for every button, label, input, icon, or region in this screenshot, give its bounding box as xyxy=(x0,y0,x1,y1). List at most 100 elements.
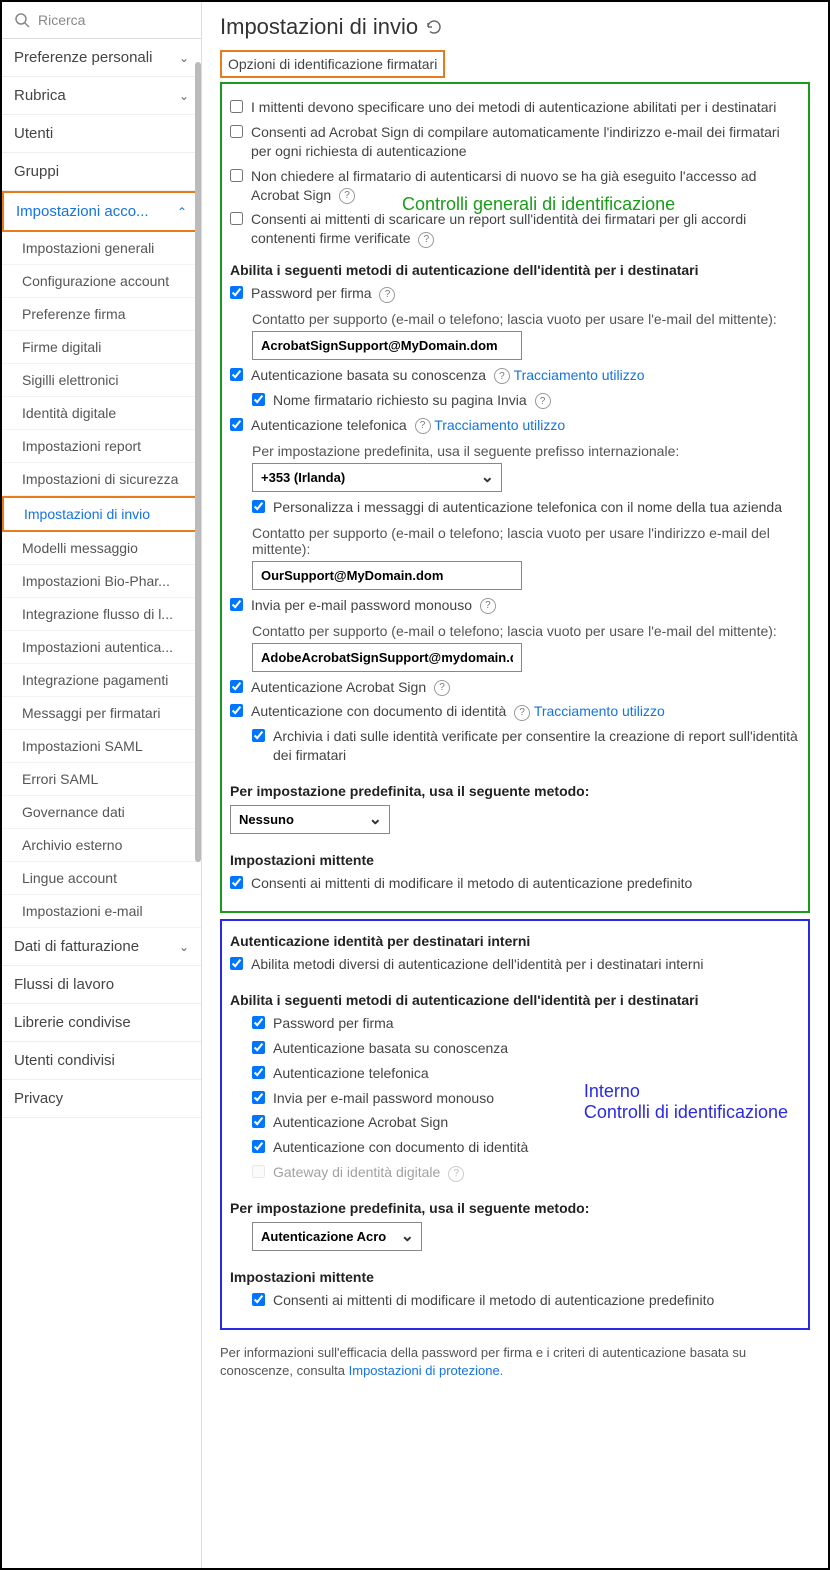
nav-sub-sigilli-elettronici[interactable]: Sigilli elettronici xyxy=(2,364,201,397)
cb-int-otp[interactable] xyxy=(252,1091,265,1104)
info-icon[interactable]: ? xyxy=(494,368,510,384)
nav-utenti-condivisi[interactable]: Utenti condivisi xyxy=(2,1042,201,1080)
section-heading: Opzioni di identificazione firmatari xyxy=(220,50,445,78)
cb-docid-archive[interactable] xyxy=(252,729,265,742)
nav-sub-governance-dati[interactable]: Governance dati xyxy=(2,796,201,829)
select-phone-prefix[interactable]: +353 (Irlanda) xyxy=(252,463,502,492)
nav-sub-impostazioni-biopharma[interactable]: Impostazioni Bio-Phar... xyxy=(2,565,201,598)
nav-preferenze-personali[interactable]: Preferenze personali ⌄ xyxy=(2,39,201,77)
cb-phone-personalize[interactable] xyxy=(252,500,265,513)
cb-enable-internal[interactable] xyxy=(230,957,243,970)
select-default-method[interactable]: Nessuno xyxy=(230,805,390,834)
internal-identification-controls: Interno Controlli di identificazione Aut… xyxy=(220,919,810,1330)
cb-password-firma[interactable] xyxy=(230,286,243,299)
cb-kba-sub[interactable] xyxy=(252,393,265,406)
nav-label: Utenti condivisi xyxy=(14,1052,115,1069)
nav-label: Gruppi xyxy=(14,163,59,180)
nav-sub-archivio-esterno[interactable]: Archivio esterno xyxy=(2,829,201,862)
info-icon[interactable]: ? xyxy=(448,1166,464,1182)
cb-download-report[interactable] xyxy=(230,212,243,225)
input-contact-3[interactable] xyxy=(252,643,522,672)
nav-rubrica[interactable]: Rubrica ⌄ xyxy=(2,77,201,115)
nav-gruppi[interactable]: Gruppi xyxy=(2,153,201,191)
info-icon[interactable]: ? xyxy=(514,705,530,721)
general-identification-controls: Controlli generali di identificazione I … xyxy=(220,82,810,913)
cb-acrobat[interactable] xyxy=(230,680,243,693)
input-contact-2[interactable] xyxy=(252,561,522,590)
cb-senders-specify[interactable] xyxy=(230,100,243,113)
internal-sender-settings: Impostazioni mittente xyxy=(230,1269,800,1285)
cb-kba[interactable] xyxy=(230,368,243,381)
info-icon[interactable]: ? xyxy=(535,393,551,409)
nav-sub-impostazioni-email[interactable]: Impostazioni e-mail xyxy=(2,895,201,928)
refresh-icon[interactable] xyxy=(426,19,442,35)
search-icon xyxy=(14,12,30,28)
annotation-green: Controlli generali di identificazione xyxy=(402,194,675,215)
nav-impostazioni-account[interactable]: Impostazioni acco... ⌃ xyxy=(2,191,201,232)
search-placeholder: Ricerca xyxy=(38,12,85,28)
nav-sub-modelli-messaggio[interactable]: Modelli messaggio xyxy=(2,532,201,565)
cb-no-reauth[interactable] xyxy=(230,169,243,182)
input-contact-1[interactable] xyxy=(252,331,522,360)
link-protection-settings[interactable]: Impostazioni di protezione. xyxy=(349,1363,504,1378)
cb-phone[interactable] xyxy=(230,418,243,431)
nav-utenti[interactable]: Utenti xyxy=(2,115,201,153)
info-icon[interactable]: ? xyxy=(418,232,434,248)
cb-otp[interactable] xyxy=(230,598,243,611)
nav-sub-impostazioni-autentica[interactable]: Impostazioni autentica... xyxy=(2,631,201,664)
link-tracking-kba[interactable]: Tracciamento utilizzo xyxy=(514,367,645,383)
cb-int-acrobat[interactable] xyxy=(252,1115,265,1128)
chevron-up-icon: ⌃ xyxy=(177,205,187,219)
link-tracking-docid[interactable]: Tracciamento utilizzo xyxy=(534,703,665,719)
info-icon[interactable]: ? xyxy=(379,287,395,303)
cb-autofill-email[interactable] xyxy=(230,125,243,138)
nav-sub-identita-digitale[interactable]: Identità digitale xyxy=(2,397,201,430)
nav-dati-fatturazione[interactable]: Dati di fatturazione ⌄ xyxy=(2,928,201,966)
nav-sub-impostazioni-generali[interactable]: Impostazioni generali xyxy=(2,232,201,265)
nav-sub-lingue-account[interactable]: Lingue account xyxy=(2,862,201,895)
info-icon[interactable]: ? xyxy=(434,680,450,696)
cb-docid[interactable] xyxy=(230,704,243,717)
link-tracking-phone[interactable]: Tracciamento utilizzo xyxy=(434,417,565,433)
nav-sub-integrazione-pagamenti[interactable]: Integrazione pagamenti xyxy=(2,664,201,697)
nav-sub-impostazioni-invio[interactable]: Impostazioni di invio xyxy=(2,496,201,532)
select-internal-default[interactable]: Autenticazione Acro xyxy=(252,1222,422,1251)
contact-label: Contatto per supporto (e-mail o telefono… xyxy=(252,311,800,327)
nav-sub-configurazione-account[interactable]: Configurazione account xyxy=(2,265,201,298)
annotation-blue: Interno Controlli di identificazione xyxy=(584,1081,788,1123)
nav-sub-integrazione-flusso[interactable]: Integrazione flusso di l... xyxy=(2,598,201,631)
footer-note: Per informazioni sull'efficacia della pa… xyxy=(220,1344,810,1380)
cb-int-gateway xyxy=(252,1165,265,1178)
scrollbar-thumb[interactable] xyxy=(195,62,201,862)
nav-sub-impostazioni-sicurezza[interactable]: Impostazioni di sicurezza xyxy=(2,463,201,496)
cb-internal-sender-modify[interactable] xyxy=(252,1293,265,1306)
cb-sender-modify[interactable] xyxy=(230,876,243,889)
chevron-down-icon: ⌄ xyxy=(179,51,189,65)
info-icon[interactable]: ? xyxy=(339,188,355,204)
nav-sub-errori-saml[interactable]: Errori SAML xyxy=(2,763,201,796)
cb-int-phone[interactable] xyxy=(252,1066,265,1079)
sidebar: Ricerca Preferenze personali ⌄ Rubrica ⌄… xyxy=(2,2,202,1568)
internal-heading: Autenticazione identità per destinatari … xyxy=(230,933,800,949)
contact-label: Contatto per supporto (e-mail o telefono… xyxy=(252,525,800,557)
cb-int-pwd[interactable] xyxy=(252,1016,265,1029)
cb-int-docid[interactable] xyxy=(252,1140,265,1153)
nav-sub-preferenze-firma[interactable]: Preferenze firma xyxy=(2,298,201,331)
chevron-down-icon: ⌄ xyxy=(179,89,189,103)
nav-flussi-lavoro[interactable]: Flussi di lavoro xyxy=(2,966,201,1004)
info-icon[interactable]: ? xyxy=(480,598,496,614)
internal-enable-methods-heading: Abilita i seguenti metodi di autenticazi… xyxy=(230,992,800,1008)
nav-sub-impostazioni-saml[interactable]: Impostazioni SAML xyxy=(2,730,201,763)
nav-privacy[interactable]: Privacy xyxy=(2,1080,201,1118)
nav-librerie-condivise[interactable]: Librerie condivise xyxy=(2,1004,201,1042)
cb-int-kba[interactable] xyxy=(252,1041,265,1054)
nav-sub-firme-digitali[interactable]: Firme digitali xyxy=(2,331,201,364)
phone-prefix-label: Per impostazione predefinita, usa il seg… xyxy=(252,443,800,459)
info-icon[interactable]: ? xyxy=(415,418,431,434)
main-content: Impostazioni di invio Opzioni di identif… xyxy=(202,2,828,1568)
enable-methods-heading: Abilita i seguenti metodi di autenticazi… xyxy=(230,262,800,278)
nav-sub-messaggi-firmatari[interactable]: Messaggi per firmatari xyxy=(2,697,201,730)
search-input-wrapper[interactable]: Ricerca xyxy=(2,2,201,39)
nav-sub-impostazioni-report[interactable]: Impostazioni report xyxy=(2,430,201,463)
default-method-label: Per impostazione predefinita, usa il seg… xyxy=(230,783,800,799)
